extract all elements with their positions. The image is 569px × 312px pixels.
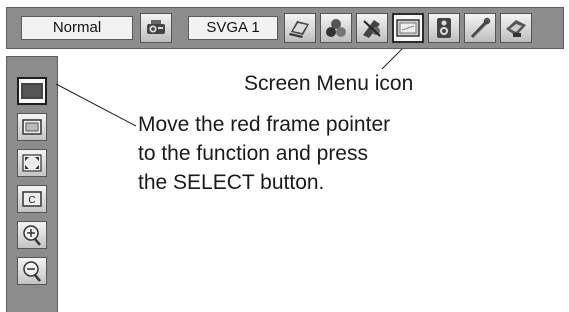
pointer-instruction-line-3: the SELECT button. <box>138 171 325 194</box>
screen-menu-callout: Screen Menu icon <box>244 72 414 95</box>
projector-menu-diagram: Normal SVGA 1 C Screen Menu icon Move th… <box>0 0 569 312</box>
pointer-instruction-line-1: Move the red frame pointer <box>138 113 391 136</box>
screen-menu-leader-line <box>381 48 403 70</box>
pointer-leader-line <box>55 83 137 127</box>
pointer-instruction-line-2: to the function and press <box>138 142 368 165</box>
pointer-instruction-callout: Move the red frame pointer to the functi… <box>138 112 390 199</box>
